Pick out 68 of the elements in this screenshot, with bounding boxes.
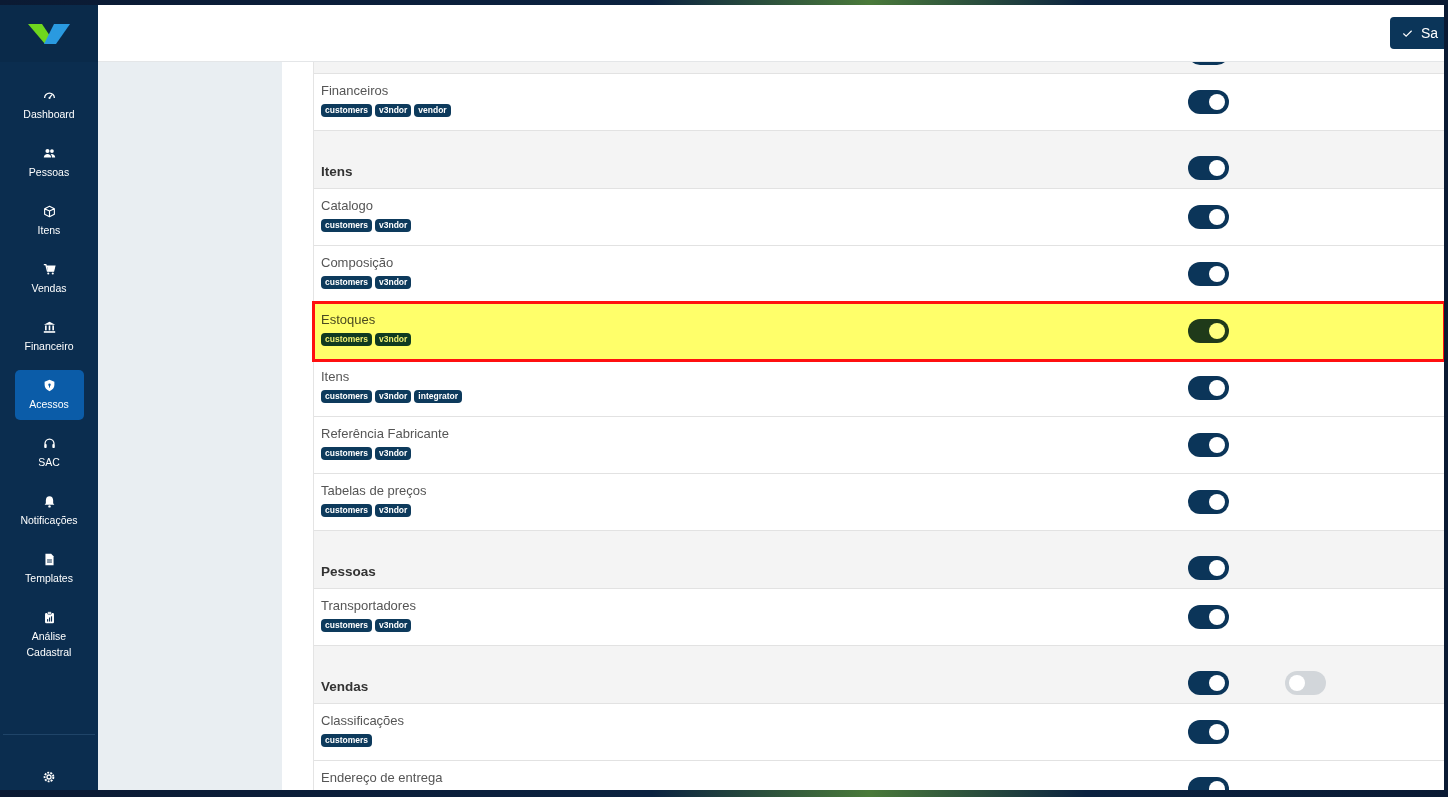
permission-label: Financeiros <box>321 83 390 99</box>
headset-icon <box>42 437 56 450</box>
role-tag: customers <box>321 619 372 632</box>
toggle-switch[interactable] <box>1188 156 1229 180</box>
toggle-switch[interactable] <box>1188 605 1229 629</box>
permission-label: Referência Fabricante <box>321 426 450 442</box>
section-title: Itens <box>321 164 354 180</box>
role-tag: customers <box>321 504 372 517</box>
document-icon <box>42 553 56 566</box>
role-tag: integrator <box>414 390 462 403</box>
toggle-switch[interactable] <box>1188 376 1229 400</box>
role-tag: customers <box>321 447 372 460</box>
permission-label: Endereço de entrega <box>321 770 444 786</box>
role-tag: v3ndor <box>375 276 412 289</box>
role-tag: v3ndor <box>375 447 412 460</box>
role-tag: customers <box>321 734 372 747</box>
permission-label: Composição <box>321 255 395 271</box>
permission-label: Classificações <box>321 713 406 729</box>
permission-label: Estoques <box>321 312 377 328</box>
bell-icon <box>42 495 56 508</box>
section-title: Vendas <box>321 679 370 695</box>
role-tag: customers <box>321 276 372 289</box>
nav-item[interactable]: Pessoas <box>14 138 84 188</box>
role-tag: v3ndor <box>375 333 412 346</box>
role-tag: v3ndor <box>375 619 412 632</box>
role-tag: v3ndor <box>375 219 412 232</box>
toggle-switch[interactable] <box>1188 490 1229 514</box>
toggle-switch[interactable] <box>1188 433 1229 457</box>
role-tag: vendor <box>414 104 451 117</box>
save-button[interactable]: Sa <box>1389 17 1444 49</box>
role-tag: v3ndor <box>375 504 412 517</box>
role-tag: v3ndor <box>375 390 412 403</box>
toggle-switch[interactable] <box>1188 205 1229 229</box>
permission-label: Catalogo <box>321 198 375 214</box>
nav-item[interactable]: Análise Cadastral <box>14 602 84 666</box>
nav-item[interactable]: SAC <box>14 428 84 478</box>
nav-item[interactable]: Notificações <box>14 486 84 536</box>
nav-item[interactable]: Dashboard <box>14 80 84 130</box>
cart-icon <box>42 263 56 276</box>
toggle-switch[interactable] <box>1188 671 1229 695</box>
toggle-switch[interactable] <box>1188 556 1229 580</box>
gauge-icon <box>42 89 56 102</box>
nav-item[interactable]: Acessos <box>14 370 84 420</box>
nav-item[interactable]: Financeiro <box>14 312 84 362</box>
role-tag: customers <box>321 333 372 346</box>
section-title: Pessoas <box>321 564 377 580</box>
permission-label: Transportadores <box>321 598 417 614</box>
toggle-switch[interactable] <box>1188 720 1229 744</box>
permission-label: Tabelas de preços <box>321 483 428 499</box>
box-icon <box>42 205 56 218</box>
toggle-switch[interactable] <box>1188 262 1229 286</box>
permission-label: Itens <box>321 369 351 385</box>
nav-item[interactable]: Itens <box>14 196 84 246</box>
toggle-switch[interactable] <box>1188 319 1229 343</box>
toggle-switch[interactable] <box>1188 90 1229 114</box>
nav-item[interactable]: Templates <box>14 544 84 594</box>
shield-icon <box>42 379 56 392</box>
role-tag: customers <box>321 219 372 232</box>
logo-icon <box>28 21 70 46</box>
role-tag: customers <box>321 104 372 117</box>
role-tag: customers <box>321 390 372 403</box>
settings-icon <box>42 770 56 784</box>
role-tag: v3ndor <box>375 104 412 117</box>
clipboard-icon <box>42 611 56 624</box>
nav-item[interactable]: Vendas <box>14 254 84 304</box>
people-icon <box>42 147 56 160</box>
toggle-switch[interactable] <box>1285 671 1326 695</box>
bank-icon <box>42 321 56 334</box>
